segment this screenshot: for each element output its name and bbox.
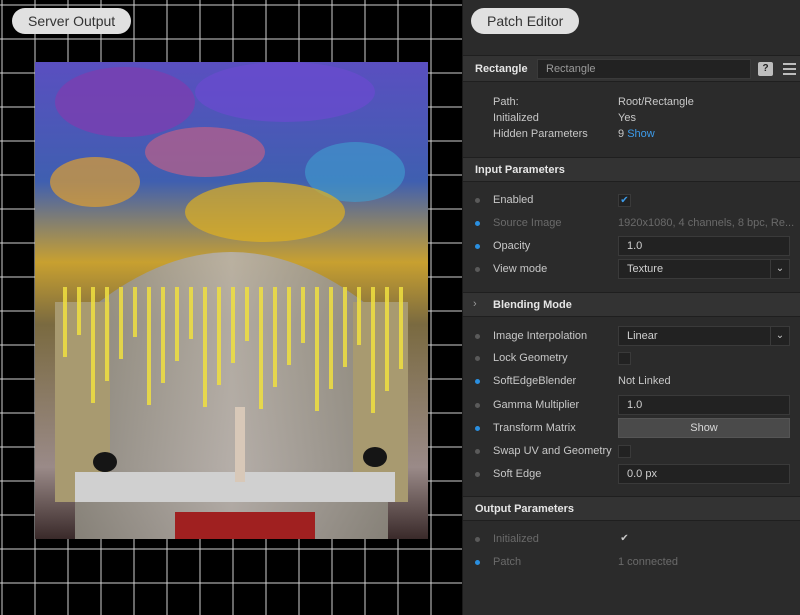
lock-geometry-row: Lock Geometry xyxy=(463,348,800,370)
lock-geometry-checkbox[interactable] xyxy=(618,352,631,365)
output-initialized-check: ✔ xyxy=(620,533,629,544)
question-icon[interactable]: ? xyxy=(758,62,773,76)
chevron-down-icon[interactable]: ⌄ xyxy=(770,327,789,345)
patch-editor-title[interactable]: Patch Editor xyxy=(471,8,580,34)
image-interpolation-label: Image Interpolation xyxy=(493,330,588,342)
node-name-field[interactable]: Rectangle xyxy=(537,59,751,79)
soft-edge-field[interactable]: 0.0 px xyxy=(618,464,790,484)
output-initialized-row: Initialized ✔ xyxy=(463,529,800,551)
lock-geometry-label: Lock Geometry xyxy=(493,352,568,364)
input-dot xyxy=(475,426,480,431)
swap-uv-row: Swap UV and Geometry xyxy=(463,441,800,463)
path-label: Path: xyxy=(493,96,519,108)
softedgeblender-row: SoftEdgeBlender Not Linked xyxy=(463,371,800,393)
image-interpolation-value: Linear xyxy=(627,330,658,342)
output-dot xyxy=(475,537,480,542)
opacity-field[interactable]: 1.0 xyxy=(618,236,790,256)
output-parameters-header[interactable]: Output Parameters xyxy=(463,496,800,521)
view-mode-select[interactable]: Texture ⌄ xyxy=(618,259,790,279)
softedgeblender-value: Not Linked xyxy=(618,375,671,387)
output-parameters-title: Output Parameters xyxy=(475,503,575,515)
input-dot xyxy=(475,379,480,384)
enabled-label: Enabled xyxy=(493,194,534,206)
view-mode-row: View mode Texture ⌄ xyxy=(463,259,800,281)
enabled-row: Enabled ✔ xyxy=(463,190,800,212)
input-dot xyxy=(475,449,480,454)
blending-mode-title: Blending Mode xyxy=(493,299,572,311)
input-dot xyxy=(475,472,480,477)
chevron-down-icon[interactable]: ⌄ xyxy=(770,260,789,278)
input-dot xyxy=(475,267,480,272)
input-dot xyxy=(475,356,480,361)
view-mode-value: Texture xyxy=(627,263,664,275)
node-name: Rectangle xyxy=(475,63,528,75)
output-patch-value: 1 connected xyxy=(618,556,678,568)
transform-matrix-label: Transform Matrix xyxy=(493,422,576,434)
gamma-multiplier-label: Gamma Multiplier xyxy=(493,399,580,411)
server-output-title[interactable]: Server Output xyxy=(12,8,132,34)
initialized-label: Initialized xyxy=(493,112,539,124)
source-image-label: Source Image xyxy=(493,217,562,229)
output-dot xyxy=(475,560,480,565)
enabled-checkbox[interactable]: ✔ xyxy=(618,194,631,207)
input-dot xyxy=(475,244,480,249)
input-dot xyxy=(475,221,480,226)
swap-uv-checkbox[interactable] xyxy=(618,445,631,458)
output-patch-label: Patch xyxy=(493,556,522,568)
image-interpolation-select[interactable]: Linear ⌄ xyxy=(618,326,790,346)
input-dot xyxy=(475,334,480,339)
image-interpolation-row: Image Interpolation Linear ⌄ xyxy=(463,326,800,348)
menu-icon[interactable] xyxy=(783,63,796,75)
patch-editor-panel: Patch Editor Rectangle Rectangle ? Path:… xyxy=(462,0,800,615)
output-initialized-label: Initialized xyxy=(493,533,539,545)
input-parameters-title: Input Parameters xyxy=(475,164,565,176)
node-header: Rectangle Rectangle ? xyxy=(463,55,800,82)
hidden-parameters-count: 9 xyxy=(618,128,625,140)
swap-uv-label: Swap UV and Geometry xyxy=(493,445,612,457)
source-image-value: 1920x1080, 4 channels, 8 bpc, Re... xyxy=(618,217,795,229)
output-preview-image xyxy=(35,62,428,539)
server-output-panel: Server Output xyxy=(0,0,462,615)
hidden-parameters-label: Hidden Parameters xyxy=(493,128,588,140)
output-patch-row: Patch 1 connected xyxy=(463,552,800,574)
input-dot xyxy=(475,198,480,203)
path-value: Root/Rectangle xyxy=(618,96,694,108)
input-dot xyxy=(475,403,480,408)
initialized-value: Yes xyxy=(618,112,636,124)
gamma-multiplier-row: Gamma Multiplier 1.0 xyxy=(463,395,800,417)
transform-matrix-show-button[interactable]: Show xyxy=(618,418,790,438)
gamma-multiplier-field[interactable]: 1.0 xyxy=(618,395,790,415)
hidden-parameters-row: Hidden Parameters 9 Show xyxy=(463,124,800,146)
soft-edge-label: Soft Edge xyxy=(493,468,542,480)
source-image-row: Source Image 1920x1080, 4 channels, 8 bp… xyxy=(463,213,800,235)
softedgeblender-label: SoftEdgeBlender xyxy=(493,375,577,387)
transform-matrix-row: Transform Matrix Show xyxy=(463,418,800,440)
chevron-right-icon[interactable]: › xyxy=(473,298,477,310)
blending-mode-header[interactable]: › Blending Mode xyxy=(463,292,800,317)
soft-edge-row: Soft Edge 0.0 px xyxy=(463,464,800,486)
hidden-parameters-value: 9 Show xyxy=(618,128,655,140)
opacity-row: Opacity 1.0 xyxy=(463,236,800,258)
input-parameters-header[interactable]: Input Parameters xyxy=(463,157,800,182)
opacity-label: Opacity xyxy=(493,240,531,252)
hidden-parameters-show-link[interactable]: Show xyxy=(627,128,655,140)
view-mode-label: View mode xyxy=(493,263,548,275)
